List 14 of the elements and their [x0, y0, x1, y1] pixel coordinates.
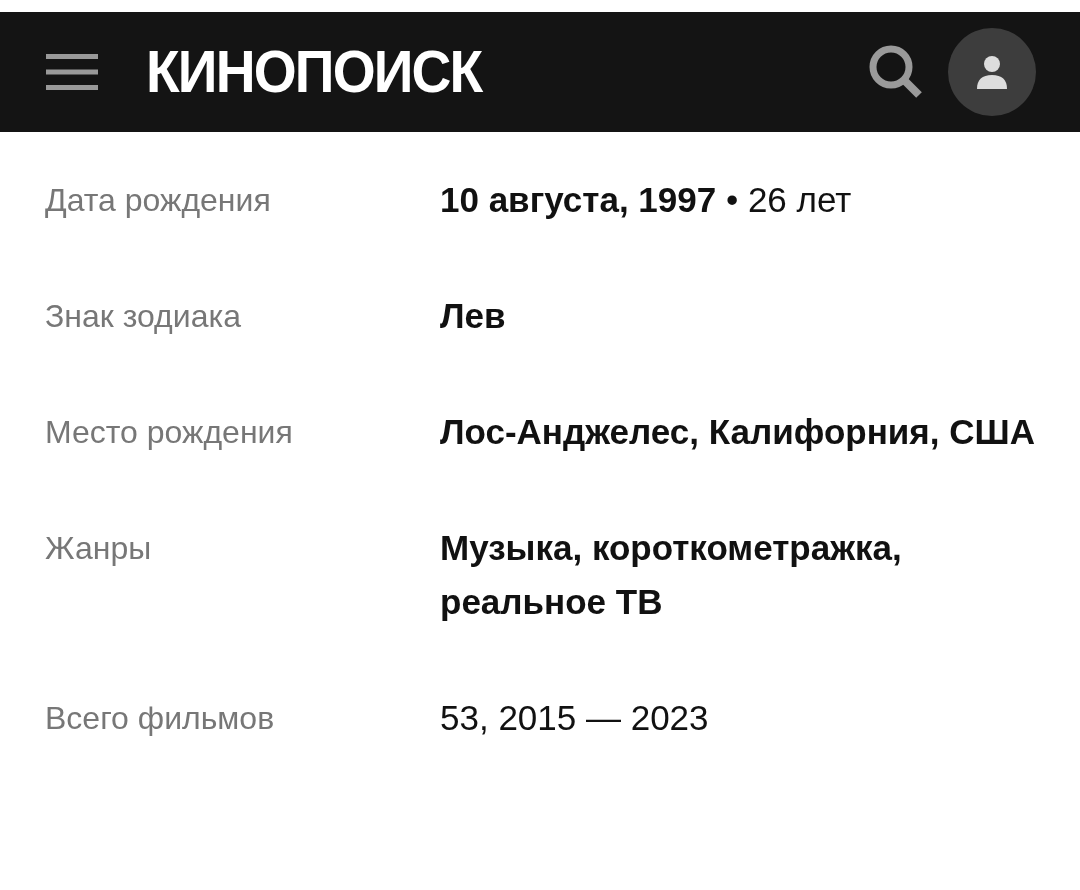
field-label: Место рождения	[45, 413, 294, 452]
field-value: Лос-Анджелес, Калифорния, США	[440, 411, 1036, 453]
logo[interactable]: КИНОПОИСК	[146, 42, 482, 102]
field-value: Музыка, короткометражка, реальное ТВ	[440, 527, 903, 623]
field-label: Знак зодиака	[45, 297, 242, 336]
field-label: Жанры	[45, 529, 153, 568]
field-label: Дата рождения	[45, 181, 272, 220]
field-value: 53, 2015 — 2023	[440, 697, 710, 739]
user-icon	[975, 55, 1009, 89]
field-label: Всего фильмов	[45, 699, 276, 738]
search-icon[interactable]	[868, 44, 924, 100]
field-value: 10 августа, 1997 • 26 лет	[440, 179, 853, 221]
field-value: Лев	[440, 295, 507, 337]
menu-icon[interactable]	[46, 54, 98, 90]
